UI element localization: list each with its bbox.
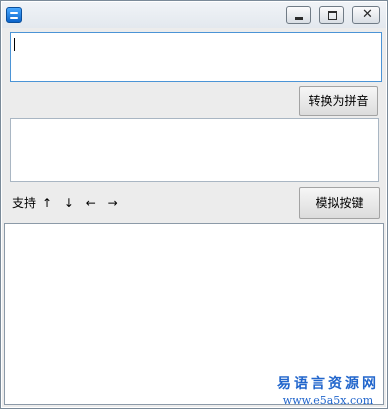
watermark: 易语言资源网 www.e5a5x.com <box>277 373 379 407</box>
close-icon: ✕ <box>362 7 373 22</box>
watermark-url: www.e5a5x.com <box>282 394 374 407</box>
support-label: 支持 ↑ ↓ ← → <box>12 194 122 211</box>
pinyin-output-field[interactable] <box>10 118 379 182</box>
convert-to-pinyin-button[interactable]: 转换为拼音 <box>299 86 378 116</box>
app-window: ✕ 转换为拼音 支持 ↑ ↓ ← → 模拟按键 易语言资源网 www.e5a5x.… <box>0 0 388 409</box>
pinyin-input-field[interactable] <box>10 32 382 82</box>
maximize-button[interactable] <box>319 6 344 24</box>
arrow-keys-text: ↑ ↓ ← → <box>42 196 122 210</box>
minimize-button[interactable] <box>286 6 311 24</box>
title-bar[interactable]: ✕ <box>2 2 386 28</box>
app-icon[interactable] <box>6 7 22 23</box>
text-caret <box>14 38 15 51</box>
support-text: 支持 <box>12 196 37 210</box>
simulate-keys-button[interactable]: 模拟按键 <box>299 187 380 219</box>
watermark-title: 易语言资源网 <box>277 376 379 392</box>
close-button[interactable]: ✕ <box>352 6 380 24</box>
